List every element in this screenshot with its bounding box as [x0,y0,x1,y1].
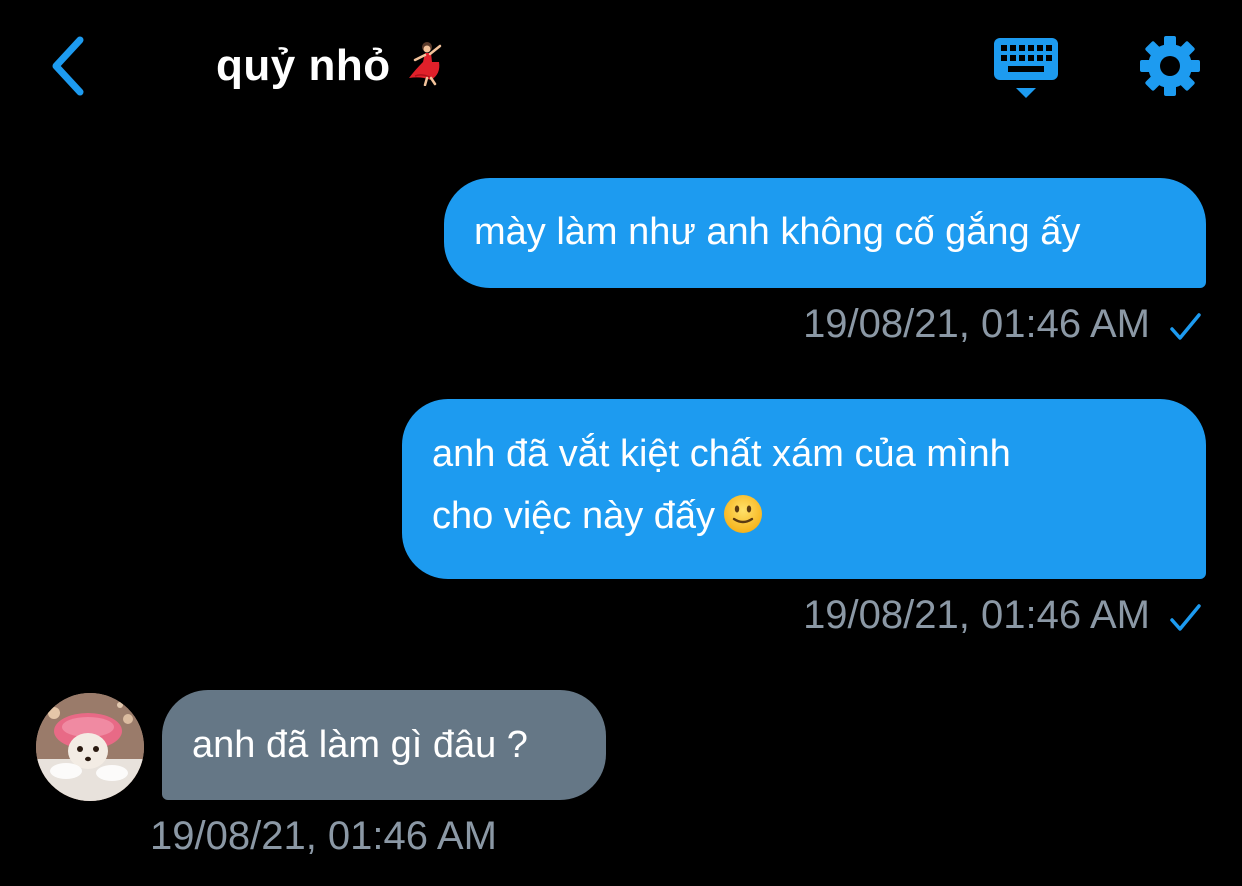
message-text: mày làm như anh không cố gắng ấy [474,211,1081,253]
keyboard-icon [994,38,1058,98]
woman-dancing-emoji [401,40,447,97]
back-button[interactable] [38,30,98,102]
slightly-smiling-face-emoji [723,491,763,553]
chevron-left-icon [52,36,84,96]
dog-avatar-image [36,693,144,801]
message-timestamp: 19/08/21, 01:46 AM [150,814,497,858]
checkmark-icon [1170,313,1201,340]
outgoing-message-bubble[interactable]: mày làm như anh không cố gắng ấy [444,178,1206,288]
message-text-line-content: cho việc này đấy [432,495,716,537]
message-text: anh đã làm gì đâu ? [192,724,528,766]
settings-button[interactable] [1138,34,1202,98]
keyboard-button[interactable] [992,36,1060,102]
conversation-title[interactable]: quỷ nhỏ [216,40,447,97]
message-text-line: cho việc này đấy [432,485,1206,553]
checkmark-icon [1170,604,1201,631]
message-timestamp: 19/08/21, 01:46 AM [803,302,1150,346]
outgoing-message-bubble[interactable]: anh đã vắt kiệt chất xám của mình cho vi… [402,399,1206,579]
contact-name: quỷ nhỏ [216,41,391,90]
incoming-message-bubble[interactable]: anh đã làm gì đâu ? [162,690,606,800]
gear-icon [1140,36,1200,96]
contact-avatar[interactable] [36,693,144,801]
message-timestamp: 19/08/21, 01:46 AM [803,593,1150,637]
message-text-line: anh đã vắt kiệt chất xám của mình [432,433,1011,475]
conversation-header: quỷ nhỏ [0,0,1242,140]
